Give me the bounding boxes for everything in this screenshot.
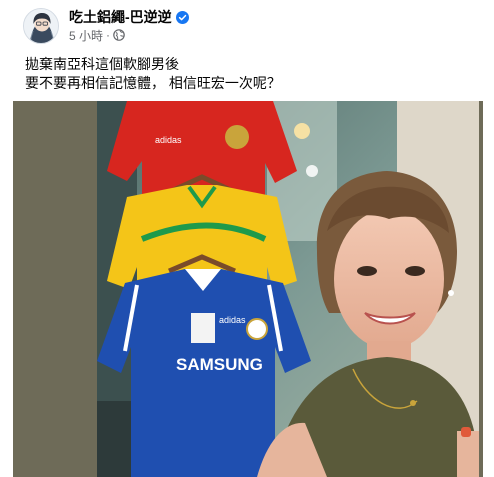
author-name[interactable]: 吃土鋁繩-巴逆逆 [69, 7, 172, 27]
photo-scene: adidas adidas SAMSUNG [97, 101, 479, 477]
post-meta: 5 小時 · [69, 27, 125, 44]
meta-separator: · [106, 28, 111, 42]
jersey-sponsor-text: SAMSUNG [176, 355, 263, 374]
author-avatar[interactable] [23, 8, 59, 44]
caption-line-1: 拋棄南亞科這個軟腳男後 [25, 56, 179, 72]
post-timestamp[interactable]: 5 小時 [69, 27, 103, 44]
verified-badge-icon [175, 10, 189, 24]
photo-side-bar-right [479, 101, 483, 477]
post-caption: 拋棄南亞科這個軟腳男後 要不要再相信記憶體， 相信旺宏一次呢？ [25, 55, 475, 93]
post-header: 吃土鋁繩-巴逆逆 5 小時 · [0, 0, 494, 50]
svg-text:adidas: adidas [155, 135, 182, 145]
author-line: 吃土鋁繩-巴逆逆 [69, 7, 189, 27]
globe-icon[interactable] [113, 29, 125, 41]
avatar-illustration [24, 9, 58, 43]
post-photo[interactable]: adidas adidas SAMSUNG [13, 101, 483, 477]
facebook-post: 吃土鋁繩-巴逆逆 5 小時 · 拋棄南亞科這個軟腳男後 要不要再相信記憶體， 相… [0, 0, 494, 477]
caption-line-2: 要不要再相信記憶體， 相信旺宏一次呢？ [25, 75, 281, 91]
svg-text:adidas: adidas [219, 315, 246, 325]
photo-side-bar-left [13, 101, 97, 477]
